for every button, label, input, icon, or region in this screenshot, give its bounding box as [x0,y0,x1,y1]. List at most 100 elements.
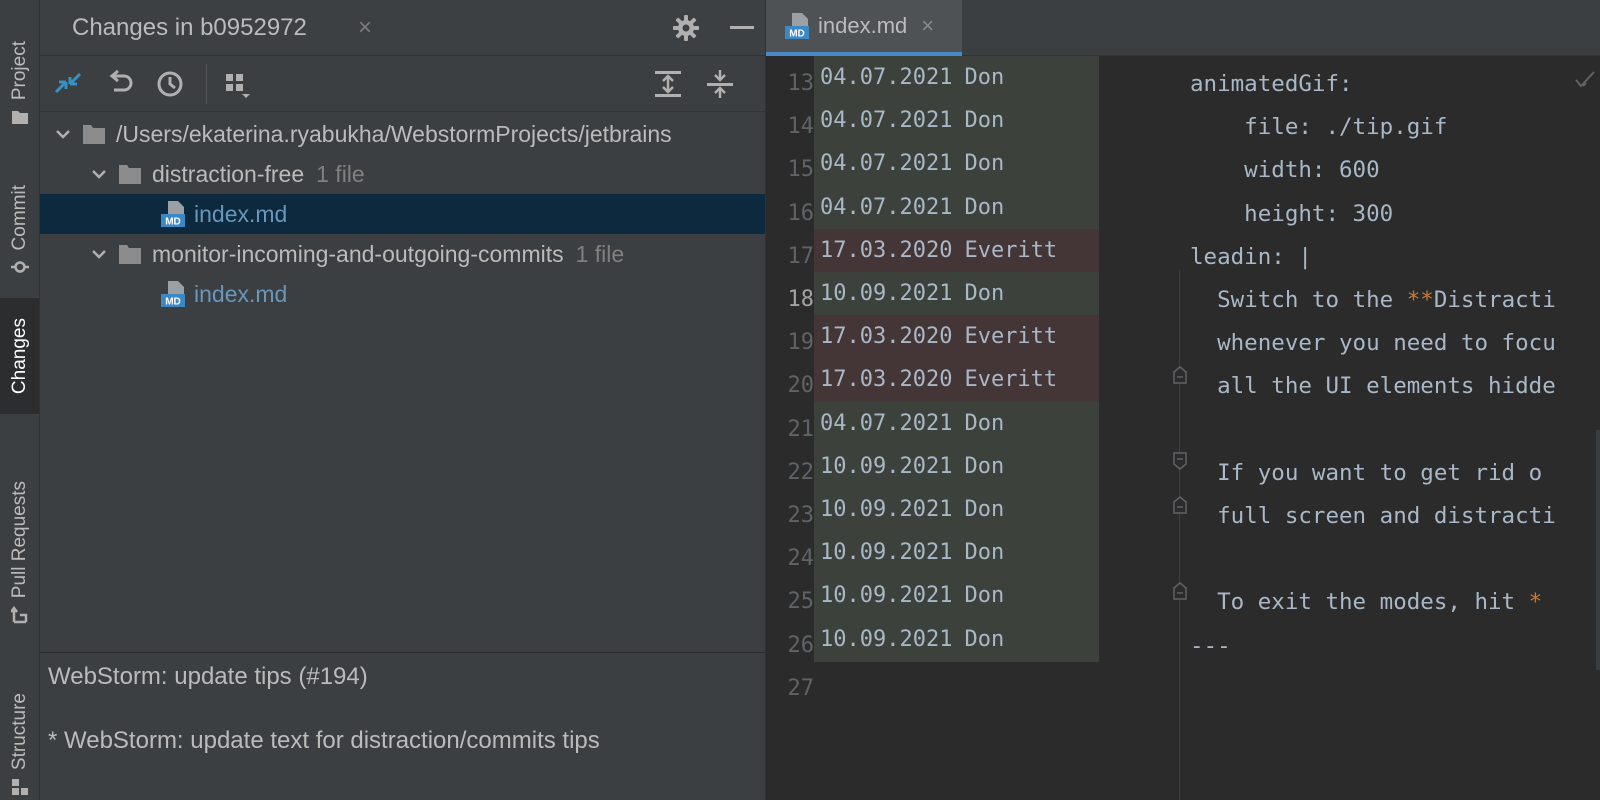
tool-button-changes[interactable]: Changes [0,298,39,414]
minimize-icon[interactable] [728,14,756,42]
line-number: 25 [787,589,815,615]
checkmark-icon [1575,71,1595,88]
line-number: 18 [787,287,815,312]
tree-folder[interactable]: monitor-incoming-and-outgoing-commits 1 … [40,234,765,274]
code-line: height: 300 [1190,192,1393,236]
tool-window-stripe: Project Commit Changes Pull Requests Str… [0,0,40,800]
annotation-date: 17.03.2020 [820,324,953,350]
tool-button-commit[interactable]: Commit [0,158,39,276]
line-number: 13 [787,71,815,96]
scrollbar[interactable] [1596,430,1600,670]
annotation-date: 04.07.2021 [820,410,953,436]
folder-icon [83,125,105,144]
tool-button-label: Pull Requests [8,480,30,598]
tool-button-pull-requests[interactable]: Pull Requests [0,446,39,624]
tree-file[interactable]: MD index.md [40,274,765,314]
editor-tab-index-md[interactable]: MD index.md × [766,0,962,56]
annotation-author: Don [964,108,1005,134]
annotation-row[interactable]: 04.07.2021 Don [814,99,1099,144]
line-number: 20 [787,373,815,399]
chevron-down-icon[interactable] [90,165,108,183]
markdown-file-icon: MD [785,13,809,40]
annotation-author: Don [964,410,1005,436]
collapse-all-icon[interactable] [704,68,736,100]
code-line: Switch to the **Distracti [1190,278,1556,322]
tab-close-button[interactable]: × [921,13,934,39]
annotation-date: 10.09.2021 [820,453,953,479]
annotation-row[interactable]: 04.07.2021 Don [814,56,1099,100]
pull-request-icon [10,606,27,624]
fold-marker-icon[interactable] [1172,496,1188,514]
chevron-down-icon[interactable] [90,245,108,263]
line-number: 26 [787,632,815,658]
code-line: If you want to get rid o [1190,451,1542,495]
annotation-row[interactable]: 10.09.2021 Don [814,488,1099,532]
annotation-row[interactable]: 17.03.2020 Everitt [814,228,1099,273]
annotation-author: Everitt [964,237,1058,263]
file-count: 1 file [575,240,625,267]
annotation-author: Don [964,497,1005,522]
editor-tab-bar: MD index.md × [766,0,1600,56]
annotation-date: 04.07.2021 [820,108,953,134]
code-text: Switch to the [1190,287,1407,313]
annotation-row[interactable]: 10.09.2021 Don [814,531,1099,576]
commit-message-details: WebStorm: update tips (#194) * WebStorm:… [40,652,765,800]
expand-all-icon[interactable] [652,68,684,100]
code-text: full screen and distracti [1190,503,1556,529]
tree-file-selected[interactable]: MD index.md [40,194,765,234]
annotation-date: 17.03.2020 [820,237,953,263]
markdown-file-icon: MD [161,201,185,228]
code-text: Distracti [1433,287,1556,313]
line-number: 15 [787,157,815,183]
folder-icon [11,111,28,124]
tree-folder[interactable]: distraction-free 1 file [40,154,765,194]
code-line: whenever you need to focu [1190,321,1556,365]
chevron-down-icon[interactable] [54,125,72,143]
panel-header: Changes in b0952972 × [40,0,765,56]
annotation-row[interactable]: 10.09.2021 Don [814,444,1099,489]
tool-button-label: Commit [8,184,30,250]
annotation-author: Everitt [964,324,1058,350]
annotation-row[interactable]: 04.07.2021 Don [814,142,1099,187]
changes-tree: /Users/ekaterina.ryabukha/WebstormProjec… [40,112,765,652]
code-text: all the UI elements hidde [1190,373,1556,400]
folder-icon [119,245,141,264]
code-text: --- [1190,632,1231,659]
fold-marker-icon[interactable] [1172,366,1188,384]
annotation-date: 04.07.2021 [820,194,953,220]
tree-root[interactable]: /Users/ekaterina.ryabukha/WebstormProjec… [40,114,765,154]
toolbar-separator [206,64,207,104]
panel-title-close-button[interactable]: × [358,14,372,42]
annotation-row[interactable]: 10.09.2021 Don [814,574,1099,619]
annotation-row[interactable]: 10.09.2021 Don [814,272,1099,316]
revert-icon[interactable] [104,68,136,100]
annotation-date: 10.09.2021 [820,540,953,566]
panel-title: Changes in b0952972 [72,14,307,41]
structure-icon [11,779,28,795]
tool-button-label: Project [8,40,30,100]
changes-toolbar [40,56,765,112]
annotation-row[interactable]: 04.07.2021 Don [814,401,1099,446]
group-by-icon[interactable] [222,68,254,100]
history-icon[interactable] [154,68,186,100]
fold-marker-icon[interactable] [1172,452,1188,470]
markdown-bold-marker: ** [1406,287,1434,313]
annotation-row[interactable]: 17.03.2020 Everitt [814,358,1099,403]
line-number: 21 [787,416,815,442]
annotation-row[interactable]: 04.07.2021 Don [814,185,1099,230]
editor: MD index.md × 13 14 15 16 17 18 19 20 21 22 23 24 25… [765,0,1600,800]
commit-subject: WebStorm: update tips (#194) [48,663,368,690]
code-area[interactable]: animatedGif: file: ./tip.gif width: 600 … [1190,56,1600,800]
annotation-row[interactable]: 10.09.2021 Don [814,617,1099,662]
tool-button-structure[interactable]: Structure [0,660,39,796]
annotation-row[interactable]: 17.03.2020 Everitt [814,315,1099,360]
tool-button-project[interactable]: Project [0,8,39,126]
gear-icon[interactable] [672,14,700,42]
fold-marker-icon[interactable] [1172,582,1188,600]
annotation-date: 10.09.2021 [820,626,953,652]
annotation-author: Don [964,453,1005,479]
line-number: 23 [787,503,815,528]
annotation-author: Everitt [964,367,1058,393]
folder-icon [119,165,141,184]
compare-arrows-icon[interactable] [52,68,84,100]
